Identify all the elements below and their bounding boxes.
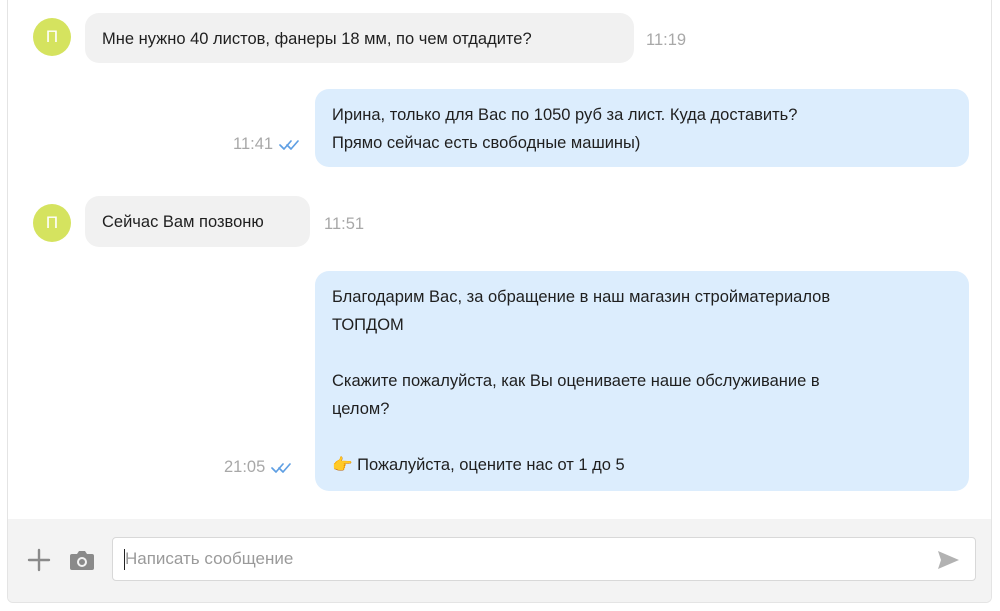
attach-button[interactable] bbox=[26, 547, 52, 573]
message-text-line: целом? bbox=[332, 400, 390, 418]
chat-frame: П Мне нужно 40 листов, фанеры 18 мм, по … bbox=[7, 0, 992, 603]
message-text-line: Прямо сейчас есть свободные машины) bbox=[332, 134, 641, 152]
message-time: 11:41 bbox=[233, 135, 274, 153]
message-text-line: Скажите пожалуйста, как Вы оцениваете на… bbox=[332, 372, 820, 390]
message-text-line: 👉 Пожалуйста, оцените нас от 1 до 5 bbox=[332, 456, 625, 474]
message-input-container[interactable] bbox=[112, 537, 976, 581]
message-text-line: Благодарим Вас, за обращение в наш магаз… bbox=[332, 288, 831, 306]
message-input[interactable] bbox=[113, 538, 975, 580]
send-icon bbox=[938, 551, 959, 569]
message-text-line: Мне нужно 40 листов, фанеры 18 мм, по че… bbox=[102, 30, 532, 48]
message-text-line: Сейчас Вам позвоню bbox=[102, 213, 264, 231]
message-status: 21:05 bbox=[224, 458, 293, 477]
message-time: 11:51 bbox=[324, 215, 365, 233]
message-list: П Мне нужно 40 листов, фанеры 18 мм, по … bbox=[8, 0, 991, 519]
text-cursor bbox=[124, 549, 125, 570]
chat-window: П Мне нужно 40 листов, фанеры 18 мм, по … bbox=[0, 0, 1000, 611]
double-check-icon bbox=[271, 461, 293, 474]
message-status: 11:41 bbox=[233, 135, 301, 154]
send-button[interactable] bbox=[936, 548, 960, 572]
double-check-icon bbox=[279, 138, 301, 151]
photo-button[interactable] bbox=[69, 547, 95, 573]
sender-avatar: П bbox=[33, 18, 71, 56]
message-text-line bbox=[332, 339, 952, 367]
message-composer bbox=[8, 519, 991, 602]
message-time: 11:19 bbox=[646, 31, 687, 49]
incoming-message-bubble: Мне нужно 40 листов, фанеры 18 мм, по че… bbox=[85, 13, 634, 63]
outgoing-message-bubble: Благодарим Вас, за обращение в наш магаз… bbox=[315, 271, 969, 491]
message-text-line bbox=[332, 423, 952, 451]
outgoing-message-bubble: Ирина, только для Вас по 1050 руб за лис… bbox=[315, 89, 969, 167]
message-text-line: ТОПДОМ bbox=[332, 316, 404, 334]
incoming-message-bubble: Сейчас Вам позвоню bbox=[85, 196, 310, 247]
message-time: 21:05 bbox=[224, 458, 266, 476]
message-text-line: Ирина, только для Вас по 1050 руб за лис… bbox=[332, 106, 798, 124]
camera-icon bbox=[70, 551, 94, 570]
sender-avatar: П bbox=[33, 204, 71, 242]
plus-icon bbox=[27, 548, 51, 572]
